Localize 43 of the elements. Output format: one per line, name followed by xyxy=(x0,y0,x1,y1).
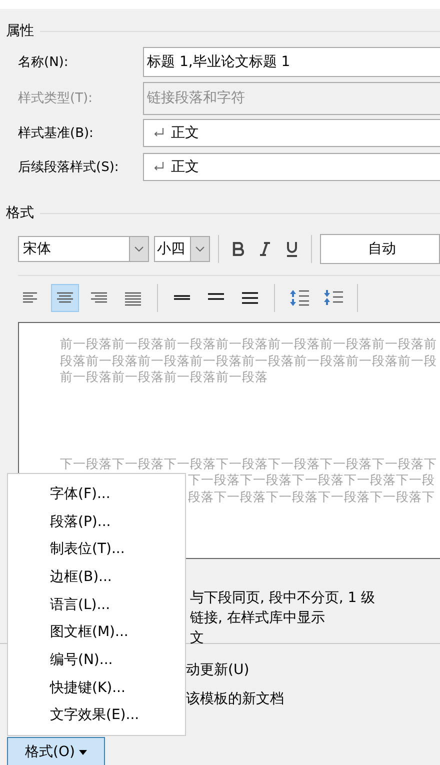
preview-text: 前一段落前一段落前一段落前一段落 xyxy=(60,369,268,386)
section-title: 属性 xyxy=(6,22,34,40)
paragraph-mark-icon xyxy=(153,162,165,172)
style-description: 文 xyxy=(190,629,205,648)
menu-item[interactable]: 段落(P)... xyxy=(8,508,185,536)
text-field[interactable]: 标题 1,毕业论文标题 1 xyxy=(143,47,440,77)
chevron-down-icon xyxy=(195,246,205,252)
font-dropdown[interactable]: 宋体 xyxy=(18,236,149,262)
menu-item[interactable]: 快捷键(K)... xyxy=(8,674,185,702)
field-label: 样式类型(T): xyxy=(17,90,94,107)
font-size-dropdown[interactable]: 小四 xyxy=(154,236,210,262)
style-dropdown[interactable]: 正文 xyxy=(143,153,440,181)
section-title: 格式 xyxy=(6,204,34,222)
preview-text: 段落前一段落前一段落前一段落前一段落前一段落前一段落前一段 xyxy=(60,352,437,369)
style-description: 与下段同页, 段中不分页, 1 级 xyxy=(190,589,376,608)
style-dropdown[interactable]: 正文 xyxy=(143,119,440,147)
menu-item[interactable]: 制表位(T)... xyxy=(8,535,185,564)
option-label: 该模板的新文档 xyxy=(186,690,285,709)
preview-text: 下一段落下一段落下一段落下一段落下一段落下一段落下一段落下 xyxy=(60,456,437,472)
align-center-button[interactable] xyxy=(51,284,79,312)
font-color-dropdown[interactable]: 自动 xyxy=(320,234,440,264)
preview-text: 前一段落前一段落前一段落前一段落前一段落前一段落前一段落前 xyxy=(60,336,437,352)
spacing-arrows-icon xyxy=(288,289,310,307)
field-label: 样式基准(B): xyxy=(17,125,94,142)
preview-text: 下一段落下一段落下一段落下一段落下一段 xyxy=(188,472,435,488)
format-button[interactable]: 格式(O) xyxy=(7,737,105,765)
menu-item[interactable]: 图文框(M)... xyxy=(8,618,185,646)
chevron-down-icon xyxy=(134,246,144,252)
menu-item[interactable]: 字体(F)... xyxy=(8,480,185,508)
option-label: 动更新(U) xyxy=(186,661,250,680)
style-description: 链接, 在样式库中显示 xyxy=(190,609,326,628)
caret-icon xyxy=(78,750,87,754)
menu-item[interactable]: 边框(B)... xyxy=(8,563,185,591)
text-field: 链接段落和字符 xyxy=(143,82,440,114)
preview-text: 段落下一段落下一段落下一段落下一段落下 xyxy=(188,488,435,505)
menu-item[interactable]: 语言(L)... xyxy=(8,590,185,618)
field-label: 后续段落样式(S): xyxy=(17,159,120,176)
field-label: 名称(N): xyxy=(17,54,70,71)
double-spacing-icon xyxy=(241,291,259,305)
paragraph-mark-icon xyxy=(153,128,165,138)
spacing-arrows-icon xyxy=(322,289,344,307)
menu-item[interactable]: 编号(N)... xyxy=(8,646,185,674)
menu-item[interactable]: 文字效果(E)... xyxy=(8,701,185,730)
